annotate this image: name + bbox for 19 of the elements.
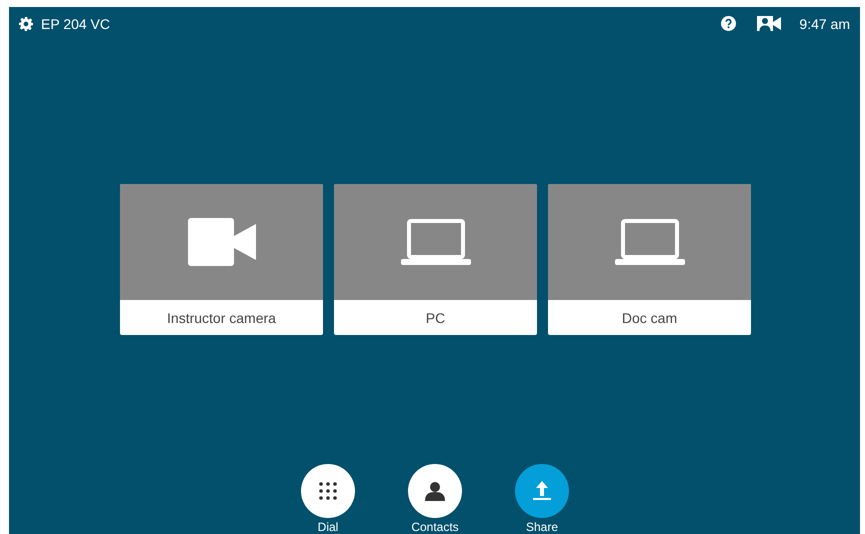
upload-icon — [533, 481, 551, 501]
source-tile[interactable]: Doc cam — [548, 184, 751, 335]
clock-time: 9:47 am — [799, 16, 850, 32]
dial-button[interactable] — [301, 464, 355, 518]
contacts-button[interactable] — [408, 464, 462, 518]
action-label: Share — [526, 521, 558, 534]
video-camera-icon — [188, 218, 256, 266]
source-tile[interactable]: PC — [334, 184, 537, 335]
person-icon — [425, 481, 445, 501]
action-label: Contacts — [411, 521, 459, 534]
laptop-icon — [614, 219, 684, 265]
device-name: EP 204 VC — [41, 16, 110, 32]
source-tile[interactable]: Instructor camera — [120, 184, 323, 335]
help-icon[interactable] — [721, 16, 736, 31]
laptop-icon — [400, 219, 470, 265]
keypad-icon — [319, 482, 337, 500]
settings-icon[interactable] — [19, 16, 33, 30]
action-label: Dial — [318, 521, 338, 534]
camera-person-icon[interactable] — [757, 16, 782, 31]
